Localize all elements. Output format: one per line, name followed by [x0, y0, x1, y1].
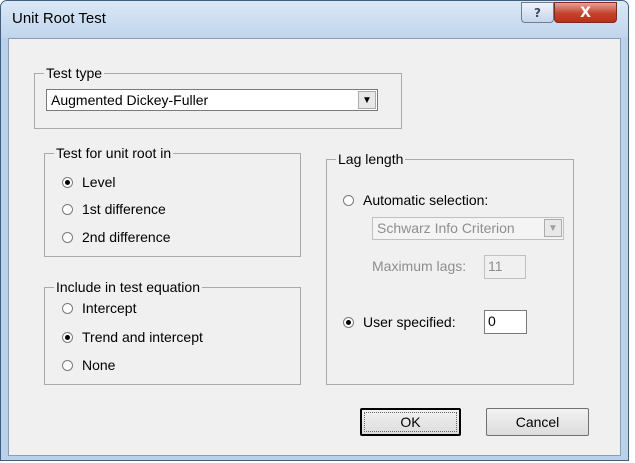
radio-none-indicator[interactable] [62, 359, 73, 371]
close-icon: X [580, 4, 591, 21]
maximum-lags-field[interactable]: 11 [484, 255, 526, 279]
cancel-button[interactable]: Cancel [486, 408, 589, 436]
help-button[interactable]: ? [521, 2, 554, 23]
radio-intercept-indicator[interactable] [62, 302, 73, 314]
radio-automatic-selection-indicator[interactable] [343, 194, 354, 206]
radio-trend-and-intercept-label: Trend and intercept [82, 329, 203, 345]
help-icon: ? [534, 5, 541, 20]
maximum-lags-label: Maximum lags: [372, 258, 467, 274]
radio-intercept-label: Intercept [82, 300, 137, 316]
radio-level-label: Level [82, 174, 116, 190]
title-bar: Unit Root Test ? X [1, 1, 628, 38]
radio-level-indicator[interactable] [62, 176, 73, 188]
ok-button[interactable]: OK [360, 408, 461, 436]
test-type-group: Test type Augmented Dickey-Fuller ▼ [34, 65, 402, 129]
criterion-select[interactable]: Schwarz Info Criterion ▼ [372, 217, 564, 240]
radio-level[interactable]: Level [62, 173, 115, 191]
criterion-value: Schwarz Info Criterion [377, 220, 515, 236]
radio-1st-difference-label: 1st difference [82, 201, 166, 217]
unit-root-test-dialog: Unit Root Test ? X Test type Augmented D… [0, 0, 629, 461]
test-equation-group: Include in test equation Intercept Trend… [44, 279, 301, 385]
unit-root-in-group: Test for unit root in Level 1st differen… [44, 145, 301, 257]
radio-trend-and-intercept-indicator[interactable] [62, 331, 73, 343]
chevron-down-icon[interactable]: ▼ [358, 91, 376, 109]
lag-length-label: Lag length [336, 151, 406, 167]
radio-none[interactable]: None [62, 356, 115, 374]
radio-1st-difference-indicator[interactable] [62, 203, 73, 215]
radio-automatic-selection-label: Automatic selection: [363, 192, 489, 208]
lag-length-group: Lag length Automatic selection: Schwarz … [326, 151, 574, 385]
radio-trend-and-intercept[interactable]: Trend and intercept [62, 328, 203, 346]
user-specified-lags-field[interactable]: 0 [484, 310, 527, 334]
dialog-body: Test type Augmented Dickey-Fuller ▼ Test… [8, 38, 621, 456]
test-type-select[interactable]: Augmented Dickey-Fuller ▼ [46, 89, 378, 111]
test-type-value: Augmented Dickey-Fuller [51, 92, 209, 108]
radio-user-specified-indicator[interactable] [343, 316, 354, 328]
radio-2nd-difference-indicator[interactable] [62, 231, 73, 243]
radio-1st-difference[interactable]: 1st difference [62, 200, 166, 218]
radio-2nd-difference-label: 2nd difference [82, 229, 171, 245]
dialog-title: Unit Root Test [12, 10, 106, 27]
radio-user-specified[interactable]: User specified: [343, 313, 456, 331]
close-button[interactable]: X [554, 2, 617, 23]
radio-2nd-difference[interactable]: 2nd difference [62, 228, 170, 246]
test-type-label: Test type [44, 65, 105, 81]
radio-automatic-selection[interactable]: Automatic selection: [343, 191, 488, 209]
test-equation-label: Include in test equation [54, 279, 202, 295]
radio-none-label: None [82, 357, 116, 373]
chevron-down-icon[interactable]: ▼ [544, 219, 562, 237]
radio-user-specified-label: User specified: [363, 314, 456, 330]
radio-intercept[interactable]: Intercept [62, 299, 136, 317]
unit-root-in-label: Test for unit root in [54, 145, 174, 161]
